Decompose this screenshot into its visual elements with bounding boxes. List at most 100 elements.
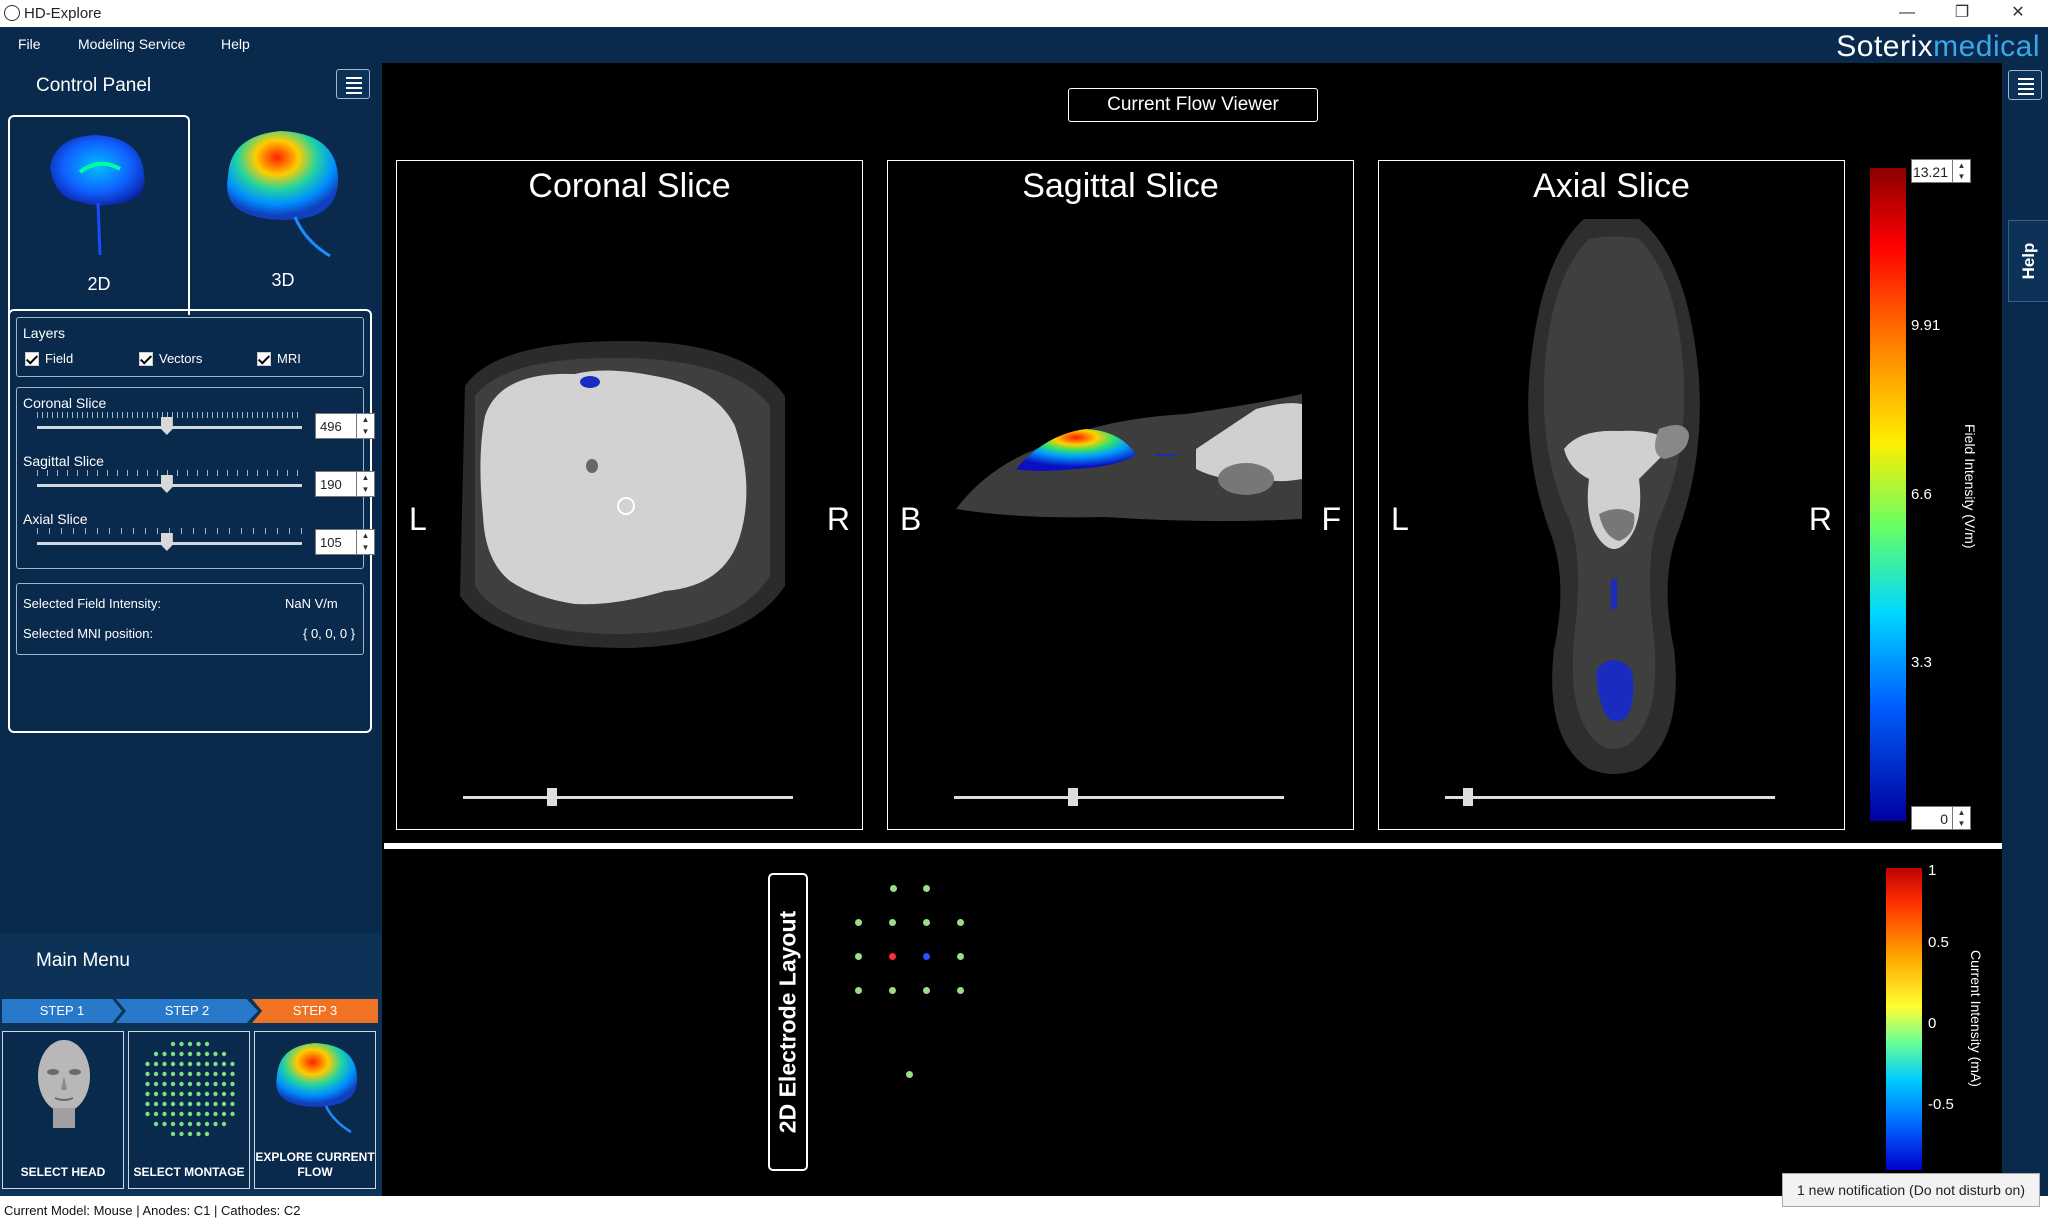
status-text: Current Model: Mouse | Anodes: C1 | Cath… <box>4 1203 301 1218</box>
sagittal-slice-panel[interactable]: Sagittal Slice B F <box>887 160 1354 830</box>
notification-toast[interactable]: 1 new notification (Do not disturb on) <box>1782 1173 2040 1207</box>
montage-dot <box>204 1051 210 1057</box>
maximize-button[interactable]: ❐ <box>1942 2 1982 24</box>
field-intensity-value: NaN V/m <box>285 596 338 611</box>
montage-dot <box>179 1071 184 1077</box>
electrode-dot[interactable] <box>923 953 930 960</box>
montage-dot <box>162 1121 167 1127</box>
axial-view-slider-thumb[interactable] <box>1463 788 1474 806</box>
tab-3d[interactable]: 3D <box>192 115 374 311</box>
montage-dot <box>196 1041 201 1047</box>
electrode-dot[interactable] <box>923 919 930 926</box>
layers-group: Layers Field Vectors MRI <box>16 317 364 377</box>
montage-dot <box>221 1081 227 1087</box>
coronal-slice-panel[interactable]: Coronal Slice L R <box>396 160 863 830</box>
montage-dot <box>170 1081 176 1087</box>
step-2[interactable]: STEP 2 <box>116 999 258 1023</box>
tab-2d[interactable]: 2D <box>8 115 190 315</box>
sagittal-slice-stepper[interactable]: 190 ▲ ▼ <box>315 471 375 497</box>
field-checkbox[interactable] <box>25 352 39 366</box>
axial-slider-thumb[interactable] <box>160 533 173 551</box>
select-head-button[interactable]: SELECT HEAD <box>2 1031 124 1189</box>
select-montage-label: SELECT MONTAGE <box>133 1165 245 1179</box>
field-intensity-colorbar <box>1870 168 1906 821</box>
current-tick-3: 0 <box>1928 1015 1937 1032</box>
montage-dot <box>213 1121 218 1127</box>
montage-dot <box>187 1101 193 1107</box>
axial-slice-panel[interactable]: Axial Slice L R <box>1378 160 1845 830</box>
electrode-dot[interactable] <box>855 953 862 960</box>
control-panel-menu-button[interactable] <box>336 69 370 99</box>
vectors-checkbox[interactable] <box>139 352 153 366</box>
montage-dot <box>145 1081 150 1087</box>
coronal-slice-title: Coronal Slice <box>528 167 731 205</box>
control-panel-title: Control Panel <box>36 75 152 96</box>
electrode-dot[interactable] <box>890 885 897 892</box>
electrode-dot[interactable] <box>957 919 964 926</box>
axial-right-label: R <box>1808 501 1832 537</box>
tab-3d-label: 3D <box>271 270 295 290</box>
montage-dot <box>221 1091 227 1097</box>
field-checkbox-label: Field <box>45 351 74 366</box>
view-divider[interactable] <box>384 843 2002 849</box>
status-bar: Current Model: Mouse | Anodes: C1 | Cath… <box>0 1196 2048 1224</box>
sagittal-slider-thumb[interactable] <box>160 475 173 493</box>
montage-dot <box>187 1131 193 1137</box>
slice-controls-group: Coronal Slice 496 ▲ ▼ Sagittal Slice 190 ▲ ▼… <box>16 387 375 569</box>
electrode-dot[interactable] <box>889 987 896 994</box>
montage-dot <box>162 1061 167 1067</box>
montage-dot <box>187 1061 193 1067</box>
window-title: HD-Explore <box>24 5 102 22</box>
axial-view-slider[interactable] <box>1445 788 1775 806</box>
axial-left-label: L <box>1391 501 1409 537</box>
electrode-dot[interactable] <box>906 1071 913 1078</box>
electrode-dot[interactable] <box>923 987 930 994</box>
sagittal-slice-image <box>956 394 1302 522</box>
coronal-slice-stepper[interactable]: 496 ▲ ▼ <box>315 413 375 439</box>
coronal-view-slider-thumb[interactable] <box>547 788 558 806</box>
field-min-input[interactable]: 0 ▲ ▼ <box>1911 806 1971 830</box>
sagittal-view-slider[interactable] <box>954 788 1284 806</box>
right-panel-menu-button[interactable] <box>2008 70 2042 100</box>
electrode-dot[interactable] <box>889 919 896 926</box>
montage-dot <box>204 1121 210 1127</box>
coronal-view-slider[interactable] <box>463 788 793 806</box>
electrode-dot[interactable] <box>957 953 964 960</box>
electrode-dot[interactable] <box>889 953 896 960</box>
step-3[interactable]: STEP 3 <box>252 999 378 1023</box>
montage-dot <box>221 1051 227 1057</box>
electrode-dot[interactable] <box>923 885 930 892</box>
menu-help[interactable]: Help <box>221 36 250 52</box>
menu-file[interactable]: File <box>18 36 41 52</box>
sagittal-view-slider-thumb[interactable] <box>1067 788 1078 806</box>
montage-dot <box>204 1061 210 1067</box>
montage-dot <box>196 1051 201 1057</box>
montage-dot <box>230 1061 235 1067</box>
montage-dot <box>230 1101 235 1107</box>
montage-dot <box>162 1051 167 1057</box>
mri-checkbox[interactable] <box>257 352 271 366</box>
menu-modeling-service[interactable]: Modeling Service <box>78 36 185 52</box>
montage-dot <box>204 1101 210 1107</box>
tab-2d-label: 2D <box>87 274 111 294</box>
help-side-tab[interactable]: Help <box>2008 220 2048 302</box>
montage-dot <box>179 1111 184 1117</box>
step-1[interactable]: STEP 1 <box>2 999 122 1023</box>
sagittal-slice-title: Sagittal Slice <box>1022 167 1219 205</box>
axial-slice-stepper[interactable]: 105 ▲ ▼ <box>315 529 375 555</box>
coronal-slider-thumb[interactable] <box>160 417 173 435</box>
explore-current-flow-button[interactable]: EXPLORE CURRENT FLOW <box>254 1031 376 1189</box>
electrode-dot[interactable] <box>855 987 862 994</box>
minimize-button[interactable]: — <box>1887 2 1927 24</box>
montage-dot <box>179 1091 184 1097</box>
current-tick-2: 0.5 <box>1928 934 1949 951</box>
help-side-tab-label: Help <box>2018 242 2038 280</box>
montage-dot <box>204 1071 210 1077</box>
close-button[interactable]: ✕ <box>1998 2 2038 24</box>
montage-dot <box>204 1131 210 1137</box>
electrode-dot[interactable] <box>855 919 862 926</box>
electrode-dot[interactable] <box>957 987 964 994</box>
field-max-input[interactable]: 13.21 ▲ ▼ <box>1911 159 1971 183</box>
montage-dot <box>179 1131 184 1137</box>
select-montage-button[interactable]: SELECT MONTAGE <box>128 1031 250 1189</box>
